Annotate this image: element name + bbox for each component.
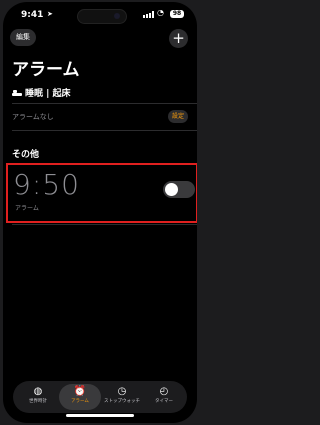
tab-world-clock[interactable]: ◍ 世界時計 bbox=[17, 384, 59, 410]
tab-label: 世界時計 bbox=[29, 399, 47, 404]
sleep-settings-button[interactable]: 設定 bbox=[168, 110, 188, 123]
globe-icon: ◍ bbox=[33, 386, 43, 397]
no-alarm-text: アラームなし bbox=[12, 113, 54, 121]
alarm-time: 9:50 bbox=[13, 168, 80, 201]
tab-label: タイマー bbox=[155, 399, 173, 404]
tab-alarm[interactable]: ⏰ アラーム bbox=[59, 384, 101, 410]
divider bbox=[12, 224, 197, 225]
dynamic-island bbox=[77, 9, 127, 24]
sleep-heading-label: 睡眠 | 起床 bbox=[25, 89, 71, 99]
wifi-icon: ◔ bbox=[157, 8, 164, 17]
tab-bar: ◍ 世界時計 ⏰ アラーム ◷ ストップウォッチ ◴ タイマー bbox=[13, 381, 187, 413]
status-time: 9:41 bbox=[21, 10, 44, 20]
camera-icon bbox=[114, 13, 120, 19]
tab-label: アラーム bbox=[71, 399, 89, 404]
location-arrow-icon: ➤ bbox=[47, 10, 53, 18]
battery-icon: 98 bbox=[170, 10, 184, 18]
tab-timer[interactable]: ◴ タイマー bbox=[143, 384, 185, 410]
home-indicator[interactable] bbox=[66, 414, 134, 417]
other-heading: その他 bbox=[12, 150, 40, 160]
edit-button[interactable]: 編集 bbox=[10, 29, 36, 46]
alarm-row[interactable]: 9:50 アラーム bbox=[6, 163, 197, 223]
tab-stopwatch[interactable]: ◷ ストップウォッチ bbox=[101, 384, 143, 410]
toggle-knob bbox=[165, 183, 178, 196]
add-alarm-button[interactable]: + bbox=[169, 29, 188, 48]
phone-screen: 9:41 ➤ ◔ 98 編集 + アラーム 睡眠 | 起床 アラームなし 設定 … bbox=[3, 2, 197, 423]
tab-label: ストップウォッチ bbox=[104, 399, 140, 404]
alarm-label: アラーム bbox=[15, 205, 39, 212]
divider bbox=[12, 130, 197, 131]
divider bbox=[12, 103, 197, 104]
stopwatch-icon: ◷ bbox=[117, 386, 127, 397]
timer-icon: ◴ bbox=[159, 386, 169, 397]
page-title: アラーム bbox=[12, 60, 80, 80]
alarm-toggle[interactable] bbox=[163, 181, 195, 198]
bed-icon bbox=[12, 89, 22, 96]
cellular-signal-icon bbox=[143, 11, 154, 18]
alarm-clock-icon: ⏰ bbox=[73, 386, 87, 397]
sleep-heading: 睡眠 | 起床 bbox=[12, 86, 71, 99]
